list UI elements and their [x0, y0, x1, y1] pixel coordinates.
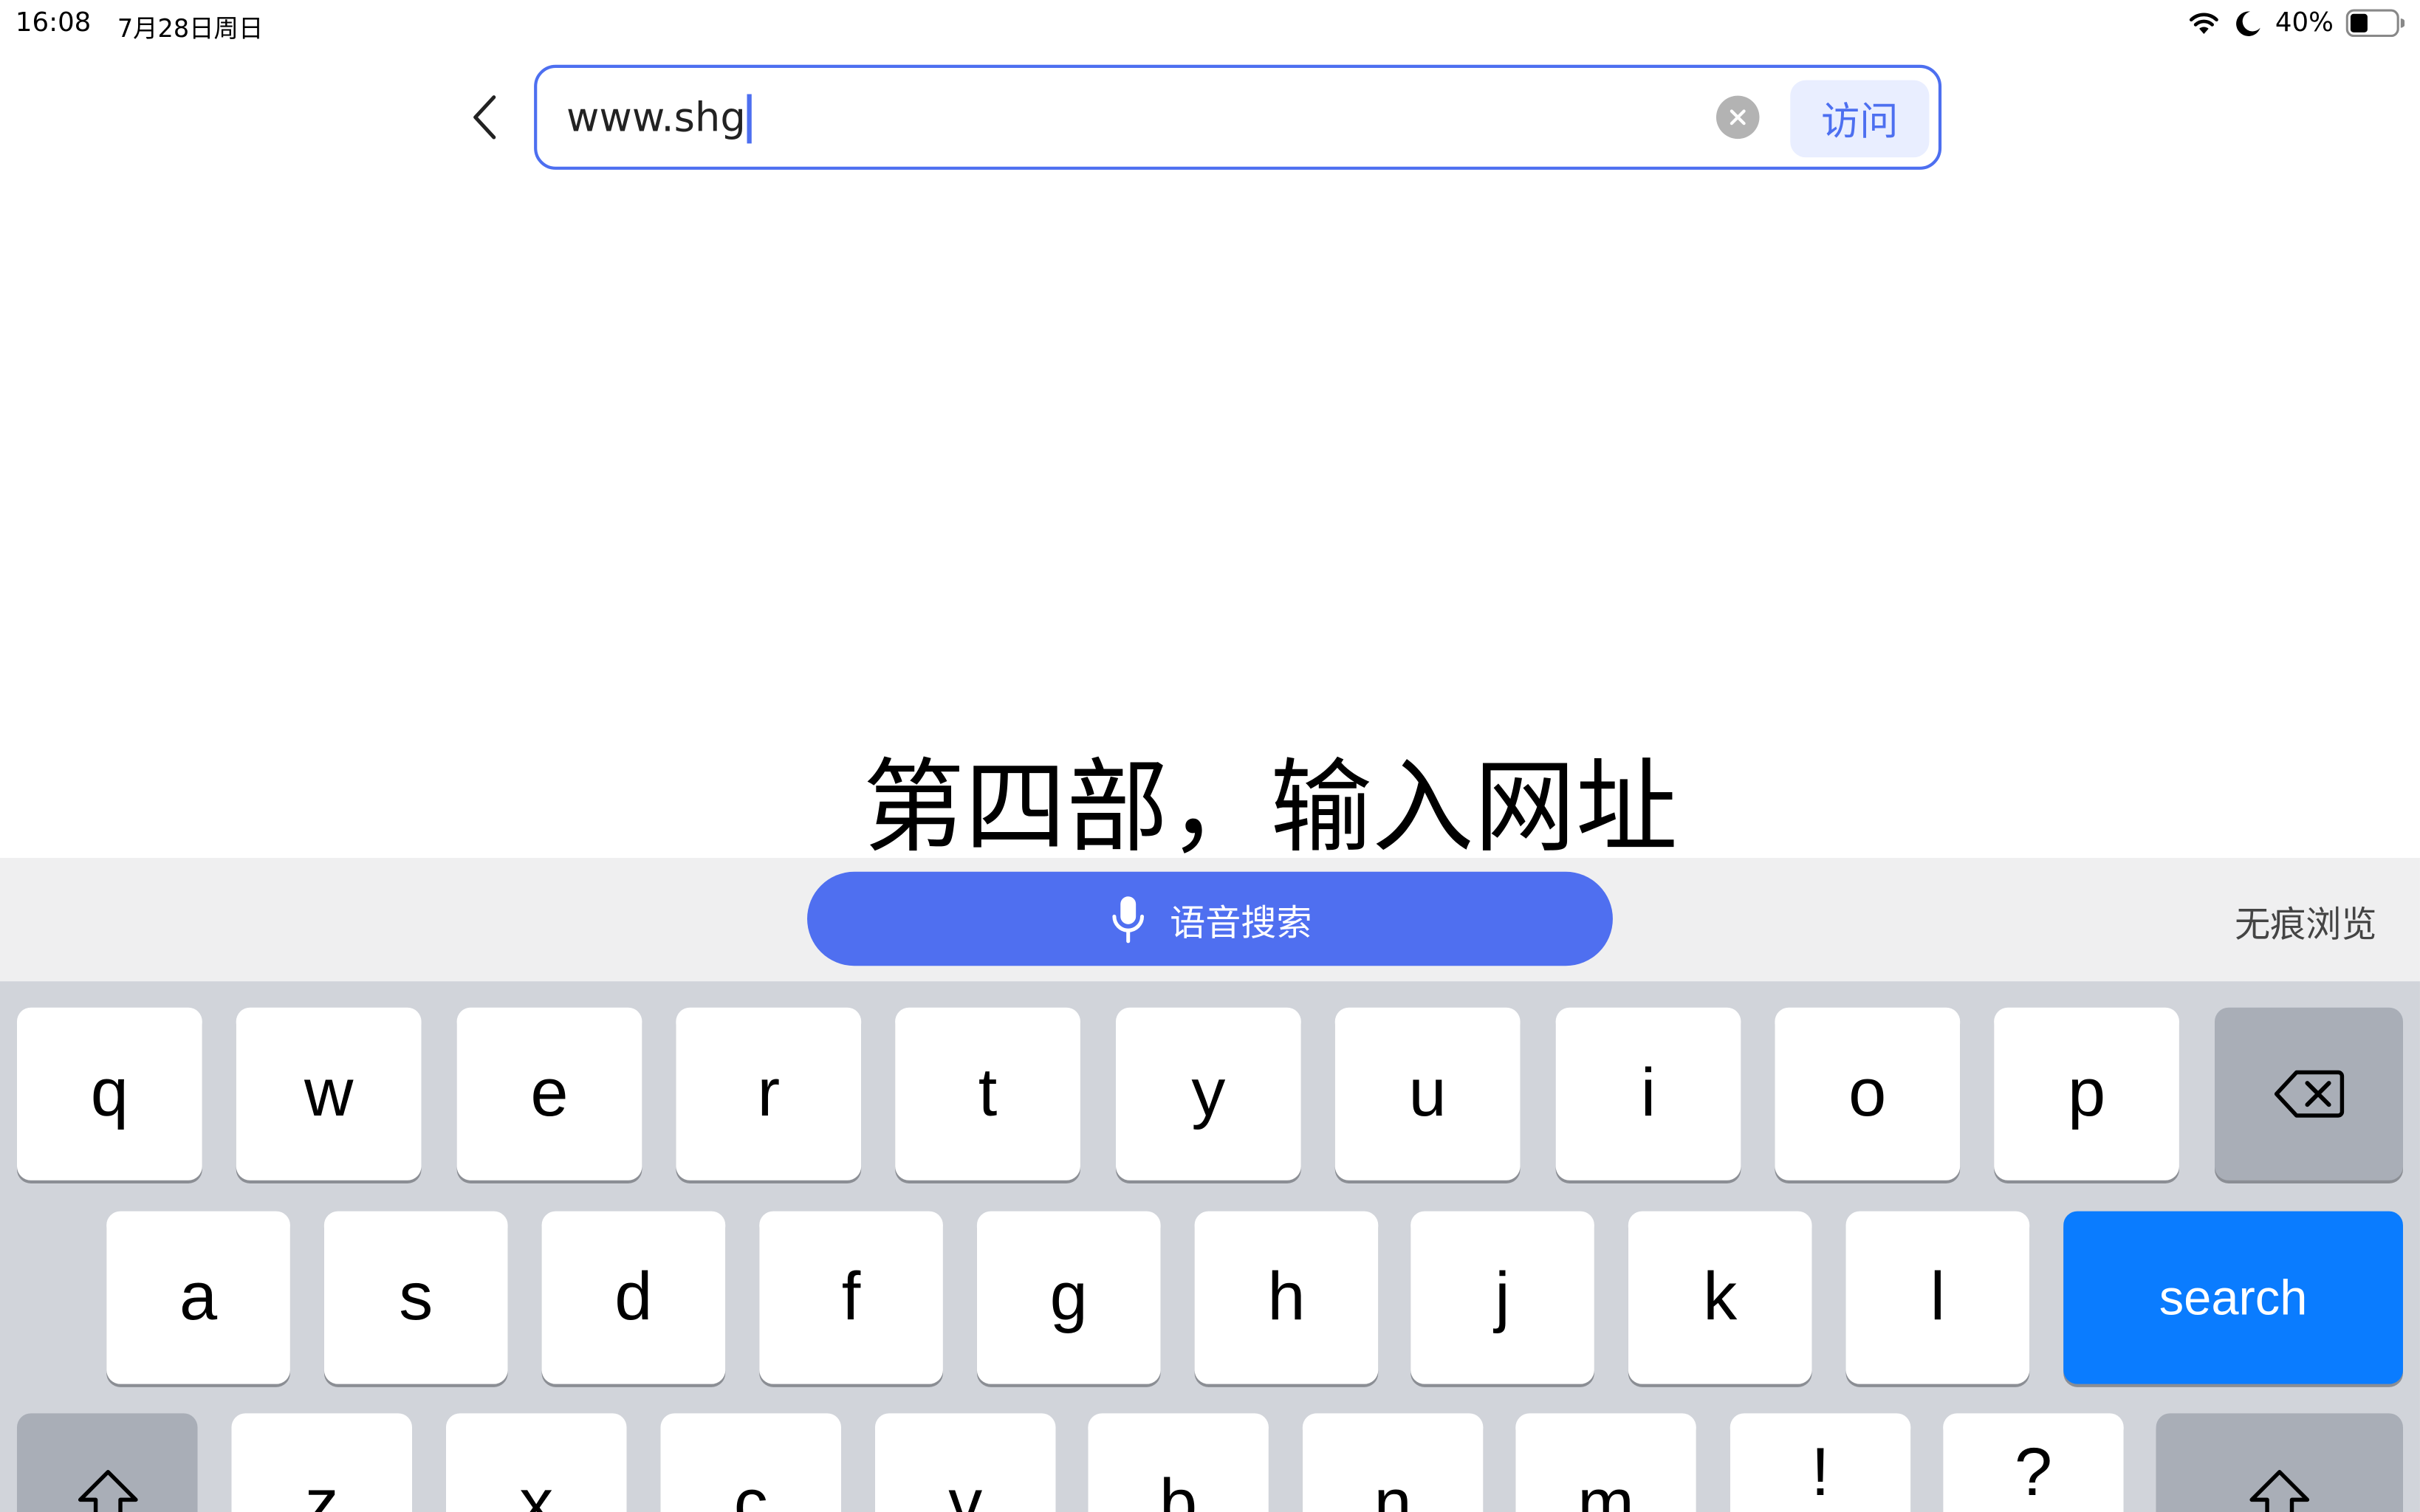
- backspace-key[interactable]: [2215, 1007, 2403, 1181]
- caption-text: 第四部，输入网址: [863, 748, 1678, 867]
- microphone-icon: [1112, 896, 1145, 943]
- keyboard-toolbar: 语音搜索 无痕浏览: [0, 857, 2420, 982]
- back-button[interactable]: [460, 88, 510, 146]
- backspace-icon: [2274, 1070, 2345, 1118]
- key-o[interactable]: o: [1775, 1007, 1961, 1181]
- incognito-browse-button[interactable]: 无痕浏览: [2235, 895, 2376, 947]
- voice-search-button[interactable]: 语音搜索: [807, 871, 1613, 966]
- moon-icon: [2236, 11, 2261, 36]
- screen: 16:08 7月28日周日 40% www.shg 访问 第四部，输入网址 语音…: [0, 0, 2420, 1512]
- key-k[interactable]: k: [1628, 1211, 1812, 1384]
- key-q[interactable]: q: [16, 1007, 202, 1181]
- key-v[interactable]: v: [874, 1413, 1056, 1512]
- close-icon: [1730, 109, 1746, 126]
- visit-button[interactable]: 访问: [1790, 80, 1930, 158]
- status-time: 16:08: [15, 7, 92, 39]
- shift-key-left[interactable]: [16, 1413, 198, 1512]
- chevron-left-icon: [473, 95, 496, 140]
- key-j[interactable]: j: [1410, 1211, 1594, 1384]
- key-h[interactable]: h: [1194, 1211, 1379, 1384]
- key-s[interactable]: s: [323, 1211, 508, 1384]
- key-u[interactable]: u: [1334, 1007, 1521, 1181]
- shift-icon: [2249, 1470, 2310, 1512]
- key-f[interactable]: f: [759, 1211, 943, 1384]
- key-c[interactable]: c: [660, 1413, 841, 1512]
- key-n[interactable]: n: [1302, 1413, 1484, 1512]
- shift-key-right[interactable]: [2156, 1413, 2403, 1512]
- search-key[interactable]: search: [2063, 1211, 2403, 1384]
- url-input[interactable]: www.shg 访问: [534, 64, 1942, 170]
- key-w[interactable]: w: [236, 1007, 422, 1181]
- key-y[interactable]: y: [1115, 1007, 1301, 1181]
- battery-icon: [2345, 9, 2405, 38]
- key-question[interactable]: ?: [1943, 1413, 2124, 1512]
- key-x[interactable]: x: [445, 1413, 627, 1512]
- on-screen-keyboard: q w e r t y u i o p a s d f g h j k l se…: [0, 981, 2420, 1512]
- url-input-field[interactable]: www.shg: [566, 94, 753, 144]
- key-g[interactable]: g: [976, 1211, 1161, 1384]
- text-caret: [747, 94, 753, 144]
- key-d[interactable]: d: [541, 1211, 726, 1384]
- key-m[interactable]: m: [1515, 1413, 1696, 1512]
- key-exclamation[interactable]: !: [1730, 1413, 1911, 1512]
- key-a[interactable]: a: [106, 1211, 290, 1384]
- url-input-value: www.shg: [566, 95, 746, 142]
- wifi-icon: [2190, 13, 2219, 34]
- key-b[interactable]: b: [1088, 1413, 1269, 1512]
- voice-search-label: 语音搜索: [1170, 903, 1312, 944]
- key-r[interactable]: r: [676, 1007, 862, 1181]
- key-z[interactable]: z: [231, 1413, 413, 1512]
- battery-percentage: 40%: [2275, 7, 2334, 39]
- status-indicators: 40%: [2189, 6, 2405, 40]
- key-e[interactable]: e: [456, 1007, 642, 1181]
- status-bar: 16:08 7月28日周日 40%: [0, 0, 2420, 47]
- key-i[interactable]: i: [1555, 1007, 1741, 1181]
- key-p[interactable]: p: [1994, 1007, 2179, 1181]
- shift-icon: [77, 1470, 137, 1512]
- status-date: 7月28日周日: [117, 13, 264, 44]
- clear-input-button[interactable]: [1715, 95, 1760, 140]
- key-l[interactable]: l: [1845, 1211, 2030, 1384]
- key-t[interactable]: t: [895, 1007, 1080, 1181]
